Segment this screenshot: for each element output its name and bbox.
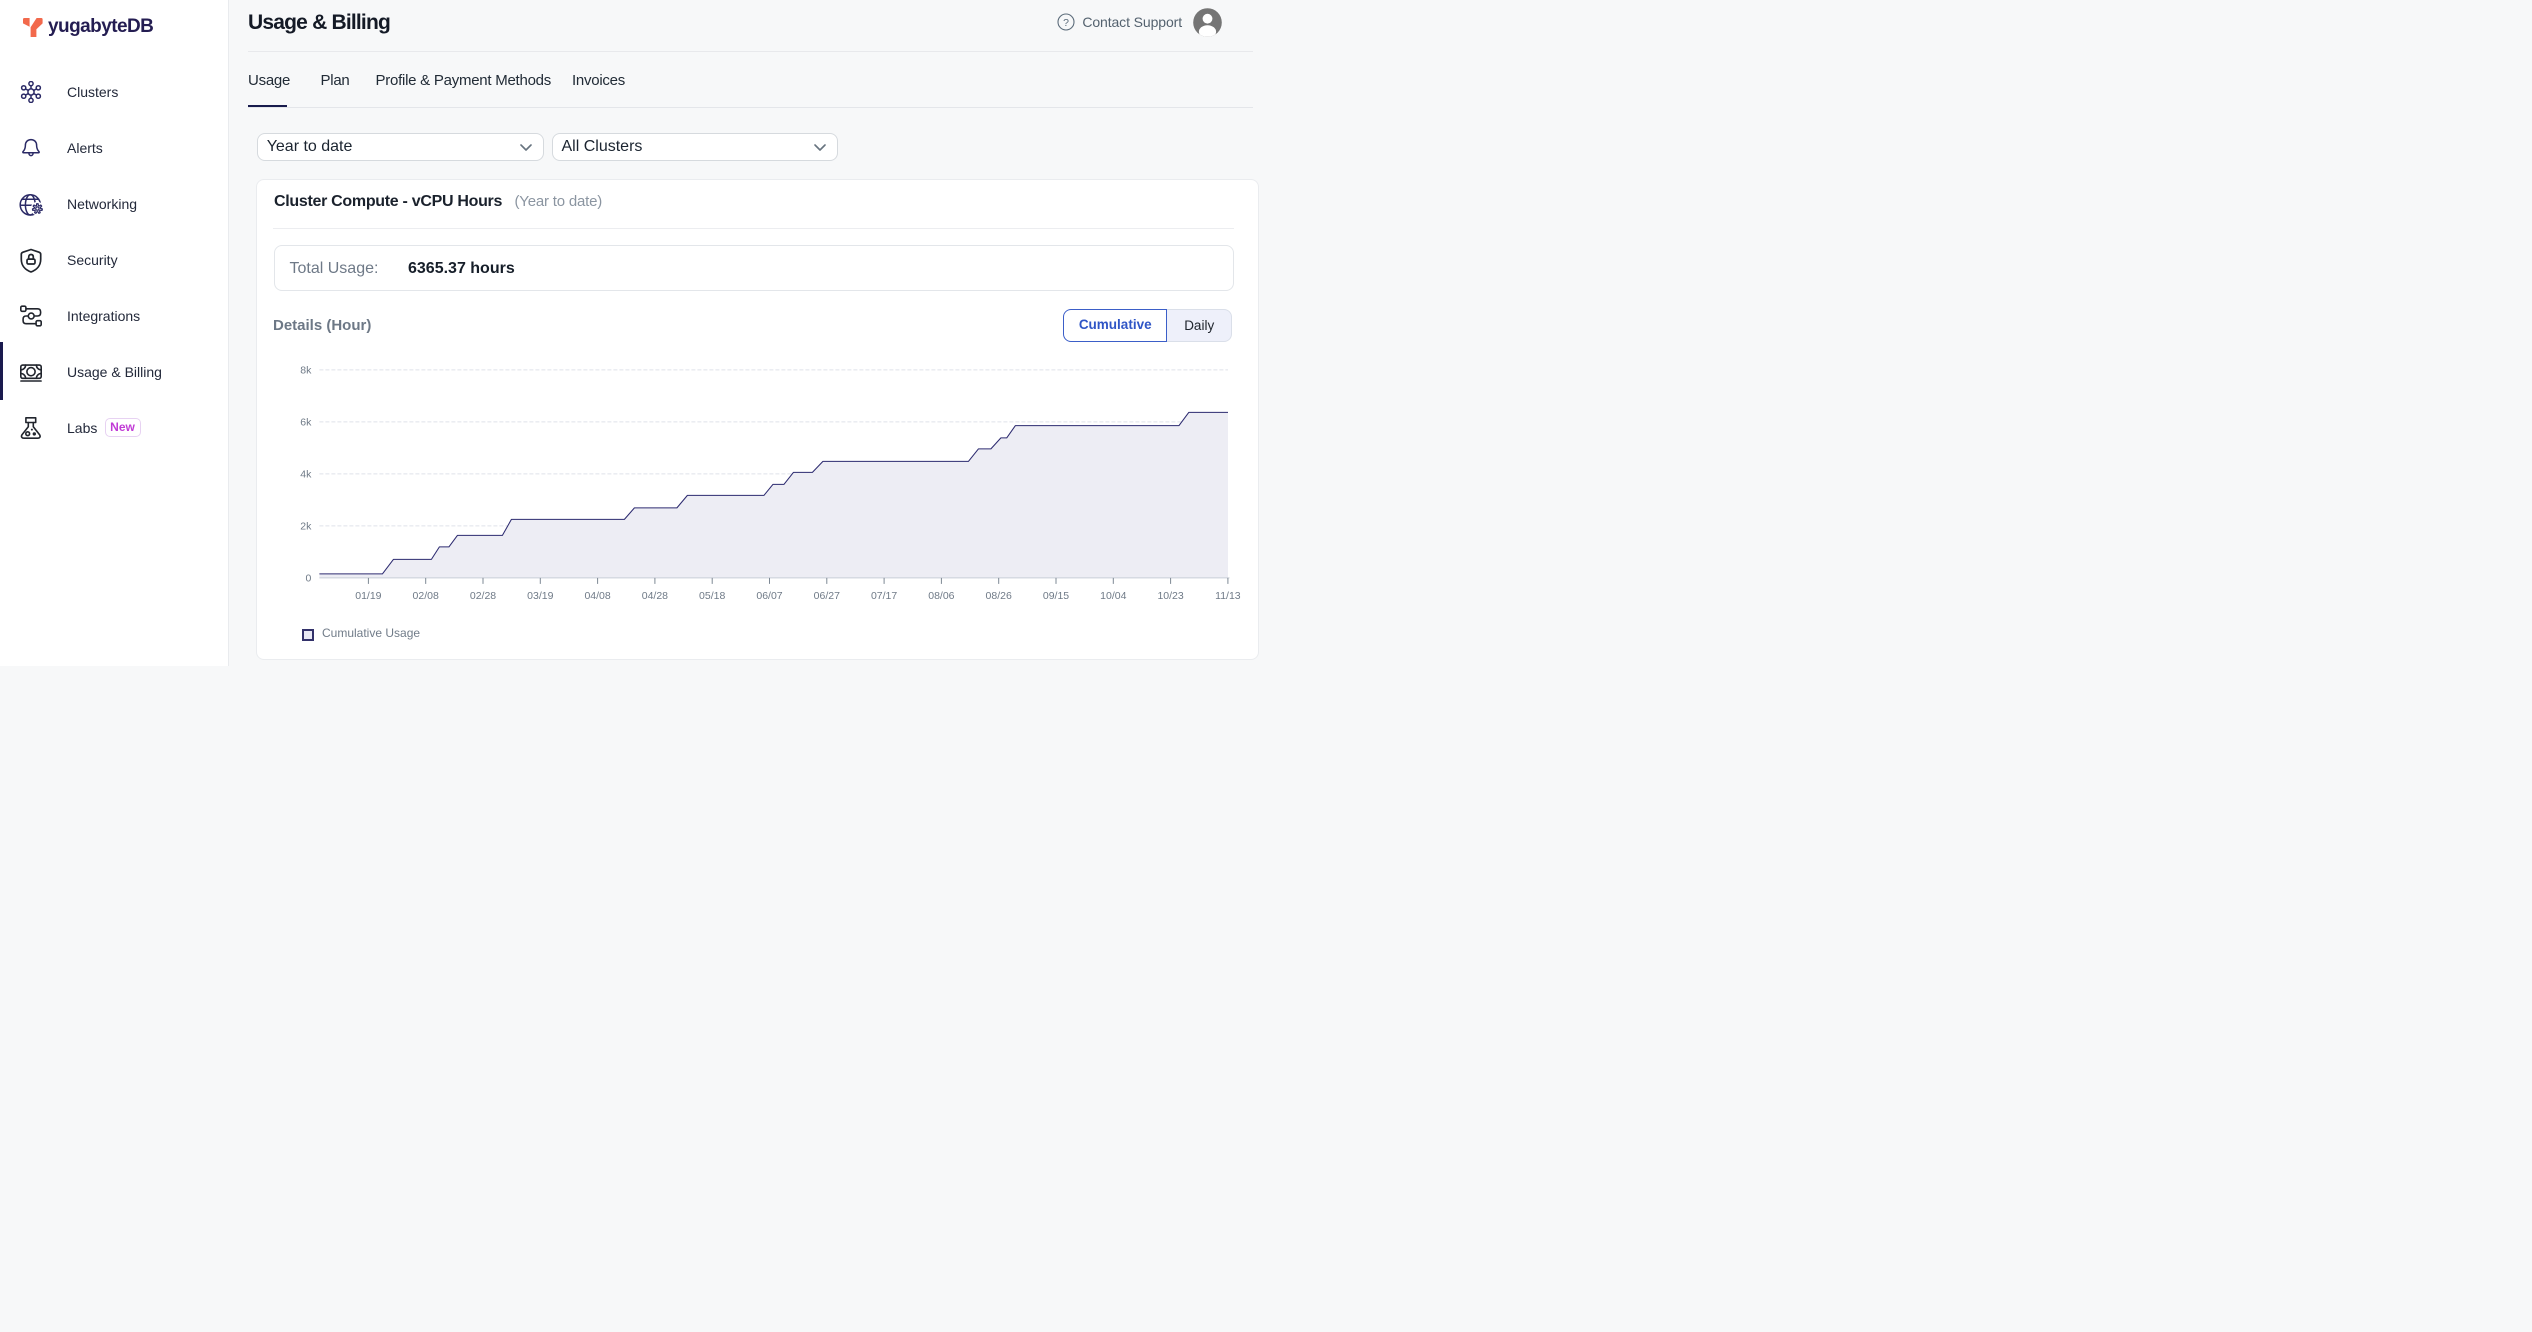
svg-text:01/19: 01/19	[355, 590, 381, 602]
svg-text:03/19: 03/19	[527, 590, 553, 602]
svg-text:02/28: 02/28	[470, 590, 496, 602]
svg-text:04/08: 04/08	[584, 590, 610, 602]
svg-text:02/08: 02/08	[413, 590, 439, 602]
svg-text:?: ?	[1063, 17, 1069, 29]
svg-text:05/18: 05/18	[699, 590, 725, 602]
svg-text:09/15: 09/15	[1043, 590, 1069, 602]
svg-text:6k: 6k	[300, 416, 312, 428]
svg-text:11/13: 11/13	[1215, 590, 1241, 602]
svg-text:10/04: 10/04	[1100, 590, 1126, 602]
svg-text:06/07: 06/07	[756, 590, 782, 602]
svg-text:07/17: 07/17	[871, 590, 897, 602]
svg-text:0: 0	[306, 572, 312, 584]
svg-text:8k: 8k	[300, 364, 312, 376]
svg-text:04/28: 04/28	[642, 590, 668, 602]
svg-text:08/26: 08/26	[986, 590, 1012, 602]
svg-text:08/06: 08/06	[928, 590, 954, 602]
svg-text:4k: 4k	[300, 468, 312, 480]
svg-text:06/27: 06/27	[814, 590, 840, 602]
svg-text:2k: 2k	[300, 520, 312, 532]
svg-text:10/23: 10/23	[1157, 590, 1183, 602]
